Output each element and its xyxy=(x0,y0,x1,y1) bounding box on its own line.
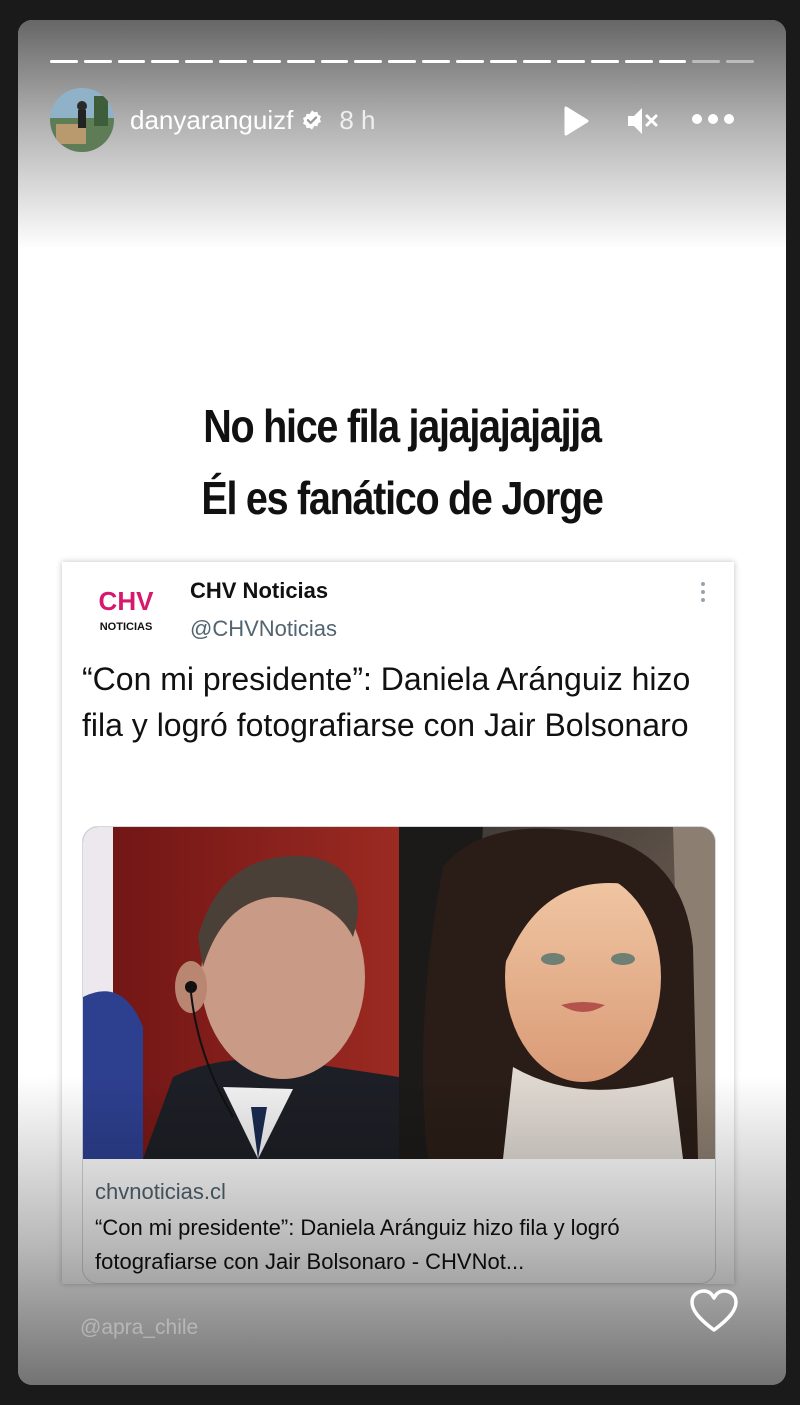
progress-segment xyxy=(726,60,755,63)
progress-segment xyxy=(219,60,247,63)
account-name[interactable]: CHV Noticias xyxy=(190,578,328,604)
avatar[interactable] xyxy=(50,88,114,152)
progress-segment xyxy=(523,60,552,63)
article-photo xyxy=(83,827,715,1159)
watermark: @apra_chile xyxy=(80,1316,199,1339)
username[interactable]: danyaranguizf xyxy=(130,105,293,136)
link-domain: chvnoticias.cl xyxy=(95,1179,226,1204)
progress-segment xyxy=(185,60,214,63)
verified-icon xyxy=(301,108,325,132)
more-icon[interactable] xyxy=(690,108,736,130)
progress-segment xyxy=(692,60,721,63)
progress-segment xyxy=(455,60,484,63)
progress-segment xyxy=(658,60,687,63)
chv-logo-text: CHV xyxy=(99,586,155,616)
progress-segment xyxy=(50,60,78,63)
post-time: 8 h xyxy=(339,104,376,135)
caption-line-1: No hice fila jajajajajajja xyxy=(203,400,602,452)
progress-segment xyxy=(421,60,450,63)
progress-segment xyxy=(489,60,518,63)
progress-segment xyxy=(117,60,146,63)
account-handle[interactable]: @CHVNoticias xyxy=(190,616,337,642)
progress-segment xyxy=(557,60,585,63)
caption-line-2: Él es fanático de Jorge xyxy=(201,472,604,524)
progress-segment xyxy=(591,60,619,63)
chv-logo-sub: NOTICIAS xyxy=(100,621,153,633)
progress-segment xyxy=(83,60,112,63)
story-caption: No hice fila jajajajajajja Él es fanátic… xyxy=(72,390,732,534)
chv-logo: CHV NOTICIAS xyxy=(86,584,166,634)
progress-bar xyxy=(50,60,755,64)
heart-icon[interactable] xyxy=(688,1286,740,1338)
mute-icon[interactable] xyxy=(622,104,662,138)
progress-segment xyxy=(388,60,416,63)
progress-segment xyxy=(624,60,653,63)
tweet-text: “Con mi presidente”: Daniela Aránguiz hi… xyxy=(82,661,691,743)
progress-segment xyxy=(320,60,349,63)
tweet-card[interactable]: CHV NOTICIAS CHV Noticias @CHVNoticias “… xyxy=(62,562,734,1284)
link-title: “Con mi presidente”: Daniela Aránguiz hi… xyxy=(95,1215,620,1274)
progress-segment xyxy=(151,60,180,63)
story-viewer[interactable]: danyaranguizf 8 h No hice fila jajajajaj… xyxy=(18,20,786,1385)
progress-segment xyxy=(252,60,281,63)
link-preview-card[interactable]: chvnoticias.cl “Con mi presidente”: Dani… xyxy=(82,826,716,1284)
play-icon[interactable] xyxy=(558,106,594,136)
tweet-more-icon[interactable] xyxy=(698,580,708,604)
progress-segment xyxy=(354,60,383,63)
progress-segment xyxy=(286,60,315,63)
